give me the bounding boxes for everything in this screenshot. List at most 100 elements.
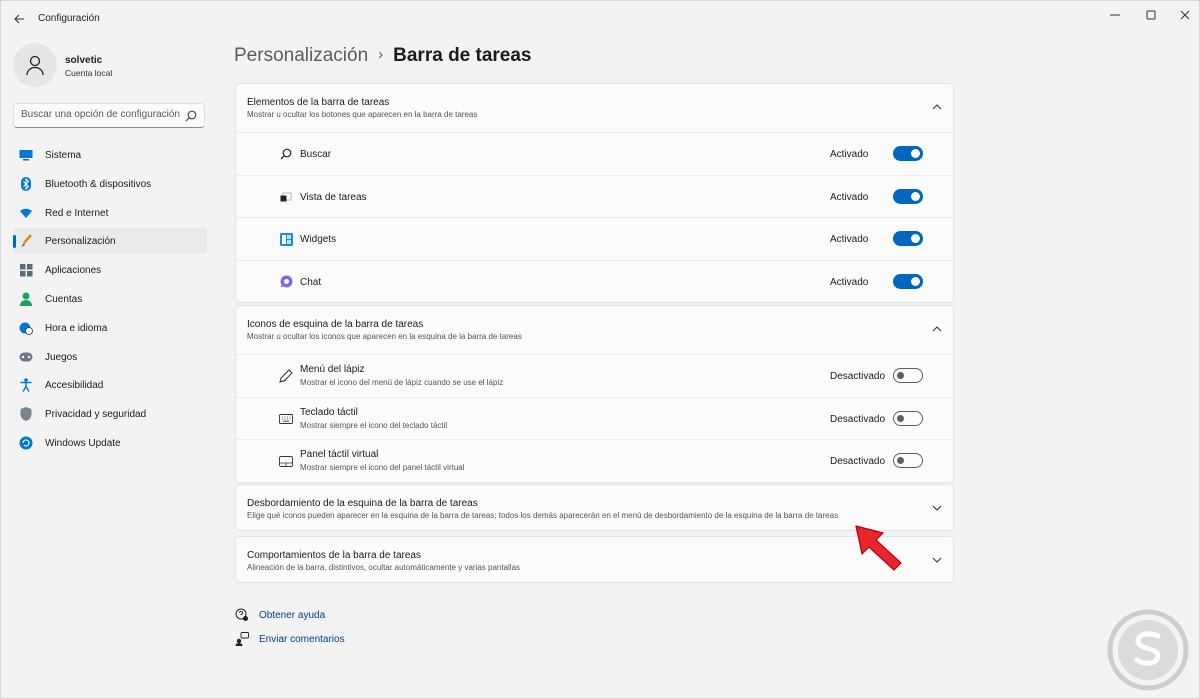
sidebar-item-privacidad[interactable]: Privacidad y seguridad bbox=[13, 401, 207, 427]
user-profile[interactable]: solvetic Cuenta local bbox=[13, 43, 203, 89]
sidebar-item-label: Aplicaciones bbox=[45, 265, 102, 277]
back-button[interactable] bbox=[9, 9, 29, 29]
avatar bbox=[13, 43, 57, 87]
search-input[interactable] bbox=[21, 109, 181, 120]
section-description: Elige qué iconos pueden aparecer en la e… bbox=[247, 511, 839, 520]
keyboard-icon bbox=[279, 412, 293, 426]
setting-label: Vista de tareas bbox=[300, 191, 367, 203]
chevron-up-icon[interactable] bbox=[931, 101, 943, 113]
section-description: Mostrar u ocultar los iconos que aparece… bbox=[247, 332, 522, 341]
annotation-arrow-icon bbox=[855, 525, 902, 571]
corner-overflow-section[interactable]: Desbordamiento de la esquina de la barra… bbox=[235, 484, 954, 531]
taskbar-behaviors-section[interactable]: Comportamientos de la barra de tareas Al… bbox=[235, 536, 954, 583]
chevron-up-icon[interactable] bbox=[931, 323, 943, 335]
toggle-state-text: Desactivado bbox=[830, 371, 886, 382]
corner-icons-section: Iconos de esquina de la barra de tareas … bbox=[235, 305, 954, 483]
sidebar-item-windows-update[interactable]: Windows Update bbox=[13, 430, 207, 456]
toggle-switch[interactable] bbox=[893, 410, 923, 426]
person-icon bbox=[26, 55, 44, 76]
setting-label: Teclado táctil bbox=[300, 406, 358, 418]
chevron-down-icon[interactable] bbox=[931, 502, 943, 514]
get-help-label[interactable]: Obtener ayuda bbox=[259, 610, 325, 621]
chat-icon bbox=[279, 275, 293, 289]
accessibility-icon bbox=[19, 378, 33, 393]
watermark-logo-icon bbox=[1107, 609, 1189, 691]
sidebar-item-cuentas[interactable]: Cuentas bbox=[13, 286, 207, 312]
maximize-button[interactable] bbox=[1133, 5, 1169, 25]
sidebar-item-hora[interactable]: Hora e idioma bbox=[13, 315, 207, 341]
bluetooth-icon bbox=[19, 176, 33, 191]
breadcrumb-separator: › bbox=[378, 46, 384, 63]
send-feedback-label[interactable]: Enviar comentarios bbox=[259, 634, 345, 645]
maximize-icon bbox=[1146, 10, 1156, 20]
toggle-switch[interactable] bbox=[893, 368, 923, 383]
sidebar-item-juegos[interactable]: Juegos bbox=[13, 344, 207, 370]
search-icon[interactable] bbox=[184, 109, 198, 123]
toggle-switch[interactable] bbox=[893, 231, 923, 246]
gamepad-icon bbox=[19, 350, 33, 364]
search-icon bbox=[279, 147, 293, 161]
toggle-state-text: Activado bbox=[830, 234, 869, 245]
sidebar-item-accesibilidad[interactable]: Accesibilidad bbox=[13, 372, 207, 398]
sidebar-item-aplicaciones[interactable]: Aplicaciones bbox=[13, 257, 207, 283]
settings-window: Configuración solvetic Cuenta local Sist… bbox=[0, 0, 1200, 699]
breadcrumb: Personalización › Barra de tareas bbox=[234, 45, 532, 69]
setting-description: Mostrar el icono del menú de lápiz cuand… bbox=[300, 378, 504, 387]
section-header[interactable]: Desbordamiento de la esquina de la barra… bbox=[236, 485, 953, 533]
section-description: Mostrar u ocultar los botones que aparec… bbox=[247, 110, 478, 119]
section-header[interactable]: Elementos de la barra de tareas Mostrar … bbox=[236, 84, 953, 132]
page-title: Barra de tareas bbox=[393, 45, 532, 66]
sidebar-item-label: Red e Internet bbox=[45, 207, 109, 219]
section-header[interactable]: Comportamientos de la barra de tareas Al… bbox=[236, 537, 953, 585]
toggle-switch[interactable] bbox=[893, 188, 923, 204]
toggle-switch[interactable] bbox=[893, 273, 923, 289]
sidebar-item-label: Hora e idioma bbox=[45, 322, 108, 334]
get-help-link[interactable]: Obtener ayuda bbox=[235, 606, 325, 624]
section-title: Comportamientos de la barra de tareas bbox=[247, 550, 421, 561]
settings-search[interactable] bbox=[13, 103, 205, 128]
section-title: Desbordamiento de la esquina de la barra… bbox=[247, 498, 478, 509]
person-icon bbox=[19, 292, 33, 306]
toggle-state-text: Activado bbox=[830, 191, 869, 203]
sidebar-item-personalizacion[interactable]: Personalización bbox=[13, 228, 207, 255]
feedback-icon bbox=[235, 632, 249, 646]
globe-clock-icon bbox=[19, 321, 33, 335]
wifi-icon bbox=[19, 206, 33, 220]
profile-name: solvetic bbox=[65, 55, 103, 66]
sidebar-item-label: Juegos bbox=[45, 351, 78, 363]
breadcrumb-parent[interactable]: Personalización bbox=[234, 45, 368, 66]
toggle-switch[interactable] bbox=[893, 146, 923, 161]
setting-row-vista-de-tareas: Vista de tareas Activado bbox=[236, 174, 953, 218]
task-view-icon bbox=[279, 190, 293, 204]
setting-row-widgets: Widgets Activado bbox=[236, 217, 953, 260]
pen-icon bbox=[279, 369, 293, 383]
sidebar-item-label: Bluetooth & dispositivos bbox=[45, 178, 152, 190]
taskbar-items-section: Elementos de la barra de tareas Mostrar … bbox=[235, 83, 954, 303]
section-title: Iconos de esquina de la barra de tareas bbox=[247, 319, 424, 330]
help-icon bbox=[235, 608, 249, 622]
chevron-down-icon[interactable] bbox=[931, 554, 943, 566]
section-header[interactable]: Iconos de esquina de la barra de tareas … bbox=[236, 306, 953, 354]
toggle-switch[interactable] bbox=[893, 453, 923, 468]
minimize-button[interactable] bbox=[1097, 5, 1133, 25]
sidebar-item-bluetooth[interactable]: Bluetooth & dispositivos bbox=[13, 171, 207, 197]
toggle-state-text: Desactivado bbox=[830, 413, 886, 425]
system-icon bbox=[19, 148, 33, 162]
sidebar-item-red[interactable]: Red e Internet bbox=[13, 200, 207, 226]
section-title: Elementos de la barra de tareas bbox=[247, 97, 390, 108]
apps-icon bbox=[19, 263, 33, 277]
minimize-icon bbox=[1110, 14, 1120, 16]
toggle-state-text: Activado bbox=[830, 276, 869, 288]
toggle-state-text: Desactivado bbox=[830, 456, 886, 467]
sidebar-item-label: Personalización bbox=[45, 236, 116, 248]
sidebar-item-sistema[interactable]: Sistema bbox=[13, 142, 207, 168]
setting-label: Buscar bbox=[300, 149, 332, 160]
widgets-icon bbox=[279, 232, 293, 246]
close-icon bbox=[1180, 10, 1190, 20]
title-bar: Configuración bbox=[1, 1, 1199, 37]
send-feedback-link[interactable]: Enviar comentarios bbox=[235, 630, 345, 648]
sidebar-nav: Sistema Bluetooth & dispositivos Red e I… bbox=[13, 142, 207, 459]
close-button[interactable] bbox=[1167, 5, 1200, 25]
update-icon bbox=[19, 436, 33, 450]
setting-label: Chat bbox=[300, 276, 322, 288]
